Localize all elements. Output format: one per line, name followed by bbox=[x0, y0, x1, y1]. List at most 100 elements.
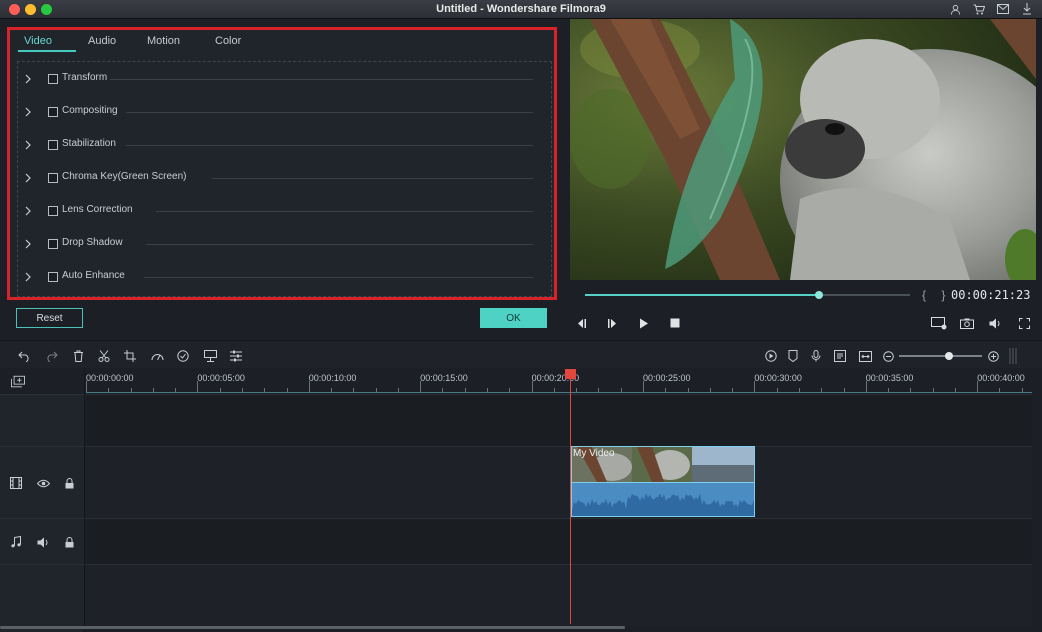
add-track-icon[interactable] bbox=[11, 374, 25, 388]
divider bbox=[126, 145, 533, 146]
microphone-icon[interactable] bbox=[809, 349, 823, 363]
filmora-window: Untitled - Wondershare Filmora9 Video Au… bbox=[0, 0, 1042, 632]
green-screen-icon[interactable] bbox=[203, 349, 217, 363]
ruler-minor-tick bbox=[932, 388, 934, 392]
timeline-corner bbox=[0, 369, 85, 394]
ruler-time-label: 00:00:30:00 bbox=[754, 373, 802, 383]
split-scissors-icon[interactable] bbox=[97, 349, 111, 363]
divider bbox=[212, 178, 533, 179]
chevron-right-icon[interactable] bbox=[23, 270, 33, 284]
fullscreen-icon[interactable] bbox=[1017, 316, 1031, 330]
property-label: Auto Enhance bbox=[62, 270, 125, 281]
auto-enhance-checkbox[interactable] bbox=[48, 272, 58, 282]
track-bottom[interactable] bbox=[86, 564, 1032, 626]
chevron-right-icon[interactable] bbox=[23, 171, 33, 185]
speed-icon[interactable] bbox=[150, 349, 164, 363]
lock-icon[interactable] bbox=[62, 476, 76, 490]
chevron-right-icon[interactable] bbox=[23, 105, 33, 119]
chevron-right-icon[interactable] bbox=[23, 138, 33, 152]
lens-correction-checkbox[interactable] bbox=[48, 206, 58, 216]
render-preview-icon[interactable] bbox=[764, 349, 778, 363]
reset-button[interactable]: Reset bbox=[16, 308, 83, 328]
voiceover-icon[interactable] bbox=[833, 349, 847, 363]
color-tuning-icon[interactable] bbox=[176, 349, 190, 363]
compositing-checkbox[interactable] bbox=[48, 107, 58, 117]
property-row-chroma-key[interactable]: Chroma Key(Green Screen) bbox=[18, 171, 533, 187]
ruler-minor-tick bbox=[353, 388, 355, 392]
music-note-icon bbox=[9, 535, 23, 549]
track-video[interactable] bbox=[86, 446, 1032, 518]
ruler-minor-tick bbox=[687, 388, 689, 392]
property-row-compositing[interactable]: Compositing bbox=[18, 105, 533, 121]
window-title: Untitled - Wondershare Filmora9 bbox=[436, 3, 606, 15]
redo-icon[interactable] bbox=[44, 349, 58, 363]
volume-icon[interactable] bbox=[988, 316, 1002, 330]
undo-icon[interactable] bbox=[17, 349, 31, 363]
property-row-lens-correction[interactable]: Lens Correction bbox=[18, 204, 533, 220]
ruler-minor-tick bbox=[442, 388, 444, 392]
zoom-to-fit-icon[interactable] bbox=[858, 349, 872, 363]
panel-grip-icon[interactable] bbox=[1008, 348, 1018, 364]
ruler-minor-tick bbox=[821, 388, 823, 392]
play-icon[interactable] bbox=[637, 316, 651, 330]
track-audio[interactable] bbox=[86, 518, 1032, 564]
tab-video[interactable]: Video bbox=[24, 35, 52, 47]
vertical-scrollbar-track[interactable] bbox=[1032, 393, 1040, 632]
property-row-transform[interactable]: Transform bbox=[18, 72, 533, 88]
chroma-key-checkbox[interactable] bbox=[48, 173, 58, 183]
marker-icon[interactable] bbox=[786, 349, 800, 363]
property-row-auto-enhance[interactable]: Auto Enhance bbox=[18, 270, 533, 286]
chevron-right-icon[interactable] bbox=[23, 204, 33, 218]
stabilization-checkbox[interactable] bbox=[48, 140, 58, 150]
ruler-tick bbox=[86, 381, 87, 392]
koala-video-frame bbox=[570, 19, 1036, 280]
ruler-minor-tick bbox=[843, 388, 845, 392]
lock-icon[interactable] bbox=[62, 535, 76, 549]
property-row-stabilization[interactable]: Stabilization bbox=[18, 138, 533, 154]
ruler-tick bbox=[865, 381, 867, 392]
delete-icon[interactable] bbox=[71, 349, 85, 363]
property-label: Lens Correction bbox=[62, 204, 133, 215]
timeline-zoom-slider[interactable] bbox=[899, 352, 982, 360]
property-label: Compositing bbox=[62, 105, 118, 116]
download-icon[interactable] bbox=[1020, 2, 1034, 16]
playback-scrubber[interactable] bbox=[585, 291, 910, 299]
horizontal-scrollbar[interactable] bbox=[0, 626, 625, 629]
scrubber-handle[interactable] bbox=[815, 291, 823, 299]
zoom-slider-handle[interactable] bbox=[944, 352, 953, 360]
speaker-icon[interactable] bbox=[36, 535, 50, 549]
timeline-ruler[interactable]: 00:00:00:00 00:00:05:00 00:00:10:00 00:00:1… bbox=[86, 369, 1032, 393]
stop-icon[interactable] bbox=[668, 316, 682, 330]
tab-audio[interactable]: Audio bbox=[88, 35, 116, 47]
eye-icon[interactable] bbox=[36, 476, 50, 490]
preview-viewer[interactable] bbox=[570, 19, 1036, 280]
chevron-right-icon[interactable] bbox=[23, 72, 33, 86]
ok-button[interactable]: OK bbox=[480, 308, 547, 328]
active-tab-indicator bbox=[18, 50, 76, 52]
tab-color[interactable]: Color bbox=[215, 35, 241, 47]
track-header-empty bbox=[0, 394, 85, 446]
account-icon[interactable] bbox=[948, 2, 962, 16]
ruler-minor-tick bbox=[487, 388, 489, 392]
mail-icon[interactable] bbox=[996, 2, 1010, 16]
snapshot-camera-icon[interactable] bbox=[960, 316, 974, 330]
playhead-handle[interactable] bbox=[565, 369, 576, 379]
playhead-line bbox=[570, 378, 571, 624]
ruler-tick bbox=[754, 381, 756, 392]
next-frame-icon[interactable] bbox=[606, 316, 620, 330]
mark-in-out-buttons[interactable]: { } bbox=[922, 288, 951, 302]
property-row-drop-shadow[interactable]: Drop Shadow bbox=[18, 237, 533, 253]
previous-frame-icon[interactable] bbox=[574, 316, 588, 330]
zoom-out-icon[interactable] bbox=[881, 349, 895, 363]
track-empty[interactable] bbox=[86, 394, 1032, 446]
chevron-right-icon[interactable] bbox=[23, 237, 33, 251]
drop-shadow-checkbox[interactable] bbox=[48, 239, 58, 249]
zoom-in-icon[interactable] bbox=[986, 349, 1000, 363]
video-clip[interactable]: My Video bbox=[571, 446, 755, 517]
tab-motion[interactable]: Motion bbox=[147, 35, 180, 47]
display-settings-icon[interactable] bbox=[930, 316, 948, 330]
cart-icon[interactable] bbox=[972, 2, 986, 16]
transform-checkbox[interactable] bbox=[48, 74, 58, 84]
crop-icon[interactable] bbox=[123, 349, 137, 363]
audio-mixer-icon[interactable] bbox=[229, 349, 243, 363]
